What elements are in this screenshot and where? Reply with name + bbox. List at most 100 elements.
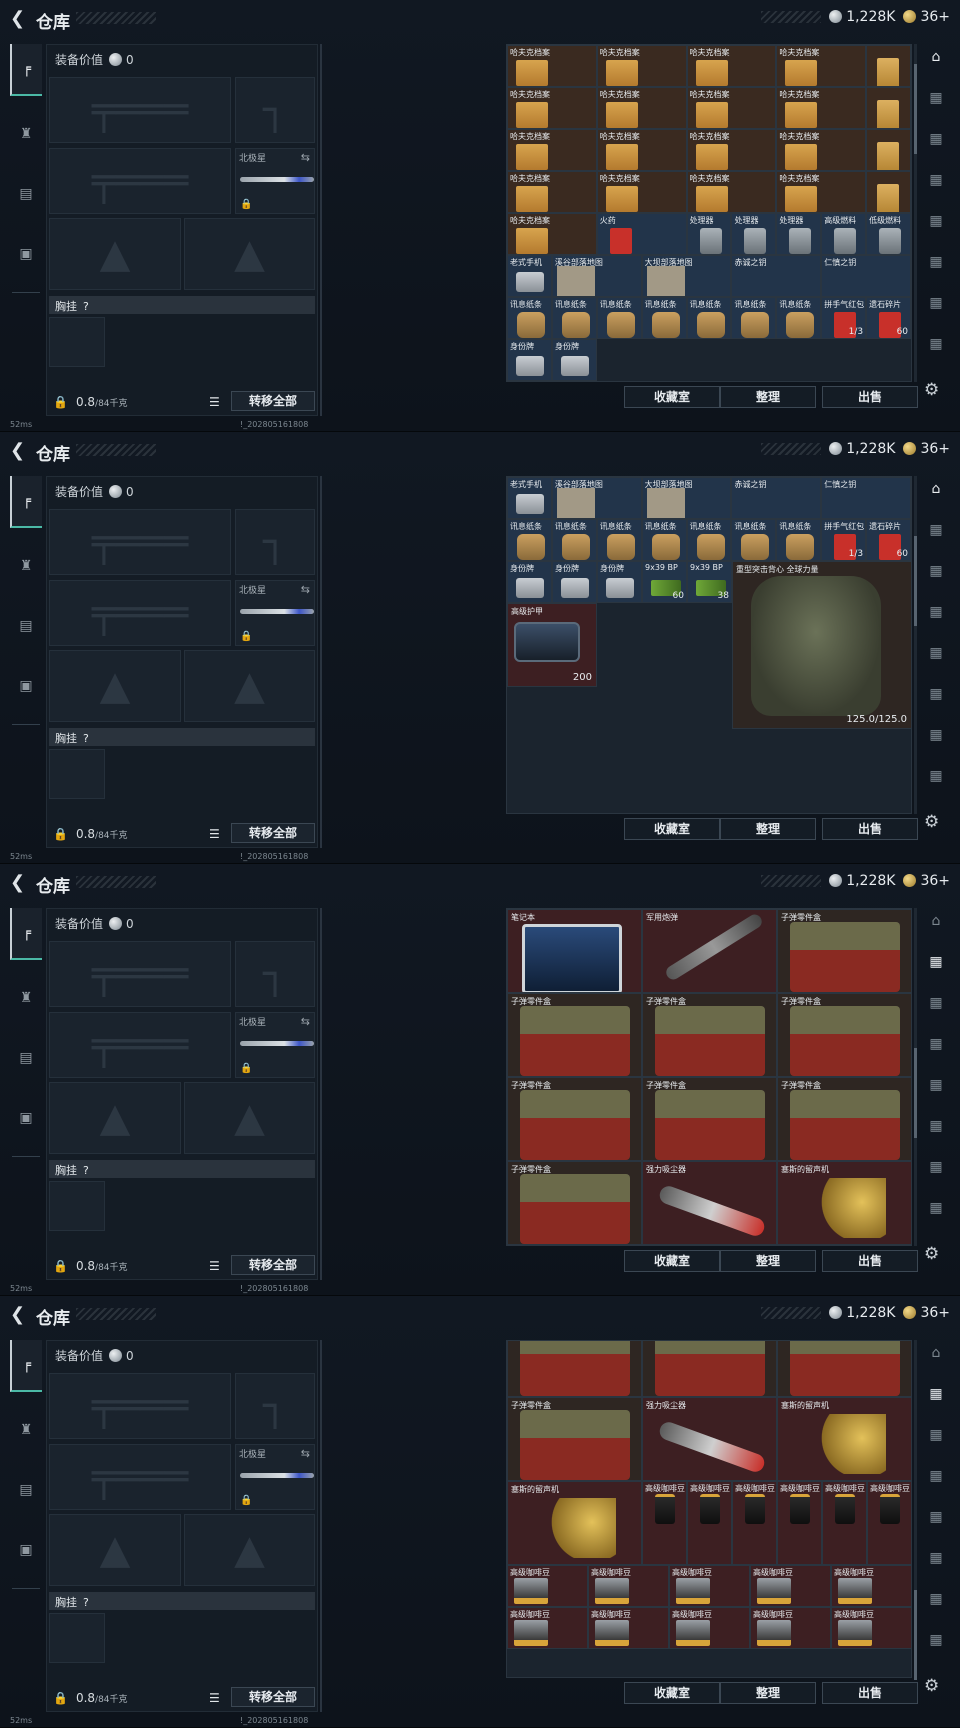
nav-case[interactable]: ▣ [10, 232, 42, 276]
nav-backpack[interactable]: ▤ [10, 604, 42, 648]
melee-slot[interactable]: 北极星 ⇆ 🔒 [235, 1012, 315, 1078]
scrollbar-thumb[interactable] [914, 1048, 917, 1138]
item-cell[interactable]: 讯息纸条 [686, 519, 732, 561]
back-chevron-icon[interactable]: ❮ [10, 441, 30, 461]
item-cell[interactable]: 身份牌 [552, 561, 597, 603]
item-cell[interactable]: 遗石碎片 60 [866, 519, 911, 561]
sort-button[interactable]: 整理 [720, 1250, 816, 1272]
armor-slot[interactable]: ▲ [184, 218, 315, 290]
right-tab-2[interactable]: ▦ [923, 126, 949, 152]
swap-icon[interactable]: ⇆ [301, 583, 310, 596]
scrollbar-thumb[interactable] [914, 64, 917, 154]
scrollbar-thumb[interactable] [914, 536, 917, 626]
item-cell[interactable]: 高级燃料 [821, 213, 867, 255]
item-cell[interactable]: 处理器 [776, 213, 822, 255]
right-tab-5[interactable]: ▦ [923, 249, 949, 275]
collection-room-button[interactable]: 收藏室 [624, 1250, 720, 1272]
item-cell[interactable]: 哈夫克档案 [596, 45, 687, 87]
right-tab-4[interactable]: ▦ [923, 1072, 949, 1098]
scrollbar-thumb[interactable] [914, 1590, 917, 1680]
item-cell[interactable]: 哈夫克档案 [776, 171, 867, 213]
nav-gun[interactable]: ╒ [10, 476, 42, 528]
item-cell[interactable]: 仁慎之钥 [821, 255, 911, 297]
sort-button[interactable]: 整理 [720, 386, 816, 408]
item-cell[interactable]: 军用炮弹 [642, 909, 777, 993]
primary-weapon-slot[interactable]: ╤═══ [49, 941, 231, 1007]
item-cell[interactable]: 大坝部落地图 [641, 477, 732, 519]
armor-slot[interactable]: ▲ [184, 1514, 315, 1586]
swap-icon[interactable]: ⇆ [301, 151, 310, 164]
loadout-scrollbar[interactable] [320, 44, 322, 416]
right-tab-1[interactable]: ▦ [923, 85, 949, 111]
item-cell[interactable]: 讯息纸条 [776, 519, 822, 561]
right-tab-3[interactable]: ▦ [923, 167, 949, 193]
item-cell[interactable]: 身份牌 [552, 339, 597, 381]
chest-rig-slot[interactable] [49, 1181, 105, 1231]
melee-slot[interactable]: 北极星 ⇆ 🔒 [235, 580, 315, 646]
nav-gun[interactable]: ╒ [10, 1340, 42, 1392]
item-cell[interactable]: 高级咖啡豆 [588, 1607, 669, 1649]
melee-slot[interactable]: 北极星 ⇆ 🔒 [235, 148, 315, 214]
item-cell[interactable]: 身份牌 [507, 561, 552, 603]
item-cell[interactable]: 哈夫克档案 [686, 45, 777, 87]
item-cell[interactable]: 高级咖啡豆 [507, 1607, 588, 1649]
armor-slot[interactable]: ▲ [184, 1082, 315, 1154]
item-cell[interactable]: 哈夫克档案 [776, 129, 867, 171]
item-cell[interactable]: 身份牌 [597, 561, 642, 603]
stash-scrollbar[interactable] [914, 908, 917, 1246]
back-chevron-icon[interactable]: ❮ [10, 873, 30, 893]
item-cell[interactable]: 讯息纸条 [776, 297, 822, 339]
item-cell[interactable]: 拼手气红包 1/3 [821, 519, 867, 561]
right-stash[interactable]: ⌂ [923, 44, 949, 70]
right-tab-2[interactable]: ▦ [923, 1422, 949, 1448]
secondary-weapon-slot[interactable]: ╤═══ [49, 580, 231, 646]
item-cell[interactable]: 讯息纸条 [731, 519, 777, 561]
helmet-slot[interactable]: ▲ [49, 650, 181, 722]
item-cell[interactable]: 遗石碎片 60 [866, 297, 911, 339]
nav-helmet[interactable]: ♜ [10, 544, 42, 588]
right-tab-2[interactable]: ▦ [923, 990, 949, 1016]
item-cell[interactable]: 讯息纸条 [641, 519, 687, 561]
pistol-slot[interactable]: ┐ [235, 941, 315, 1007]
item-cell[interactable]: 9x39 BP 60 [642, 561, 687, 603]
item-cell[interactable]: 子弹零件盒 [642, 993, 777, 1077]
swap-icon[interactable]: ⇆ [301, 1447, 310, 1460]
item-cell[interactable]: 哈夫克档案 [507, 87, 597, 129]
nav-helmet[interactable]: ♜ [10, 976, 42, 1020]
melee-slot[interactable]: 北极星 ⇆ 🔒 [235, 1444, 315, 1510]
item-cell[interactable]: 强力吸尘器 [642, 1397, 777, 1481]
item-cell[interactable]: 讯息纸条 [596, 297, 642, 339]
help-icon[interactable]: ? [83, 1164, 89, 1177]
item-cell[interactable]: 哈夫克档案 [507, 129, 597, 171]
right-tab-5[interactable]: ▦ [923, 1545, 949, 1571]
case-cell[interactable]: 高级护甲 200 [507, 603, 597, 687]
item-cell[interactable]: 讯息纸条 [551, 297, 597, 339]
chest-rig-slot[interactable] [49, 749, 105, 799]
item-cell[interactable]: 高级咖啡豆 [507, 1565, 588, 1607]
item-cell[interactable]: 讯息纸条 [641, 297, 687, 339]
secondary-weapon-slot[interactable]: ╤═══ [49, 1444, 231, 1510]
item-cell[interactable]: 处理器 [686, 213, 732, 255]
sell-button[interactable]: 出售 [822, 1250, 918, 1272]
item-cell[interactable]: 高级咖啡豆 [687, 1481, 732, 1565]
secondary-weapon-slot[interactable]: ╤═══ [49, 148, 231, 214]
nav-backpack[interactable]: ▤ [10, 172, 42, 216]
help-icon[interactable]: ? [83, 1596, 89, 1609]
item-cell[interactable] [866, 171, 911, 213]
right-tab-7[interactable]: ▦ [923, 331, 949, 357]
right-stash[interactable]: ⌂ [923, 1340, 949, 1366]
collection-room-button[interactable]: 收藏室 [624, 818, 720, 840]
item-cell[interactable]: 高级咖啡豆 [669, 1607, 750, 1649]
right-tab-5[interactable]: ▦ [923, 1113, 949, 1139]
list-icon[interactable]: ☰ [209, 1691, 223, 1705]
sell-button[interactable]: 出售 [822, 818, 918, 840]
right-stash[interactable]: ⌂ [923, 908, 949, 934]
right-stash[interactable]: ⌂ [923, 476, 949, 502]
item-cell[interactable]: 高级咖啡豆 [588, 1565, 669, 1607]
nav-backpack[interactable]: ▤ [10, 1036, 42, 1080]
item-cell[interactable]: 高级咖啡豆 [669, 1565, 750, 1607]
list-icon[interactable]: ☰ [209, 395, 223, 409]
item-cell[interactable]: 老式手机 [507, 477, 552, 519]
right-tab-3[interactable]: ▦ [923, 1031, 949, 1057]
nav-backpack[interactable]: ▤ [10, 1468, 42, 1512]
